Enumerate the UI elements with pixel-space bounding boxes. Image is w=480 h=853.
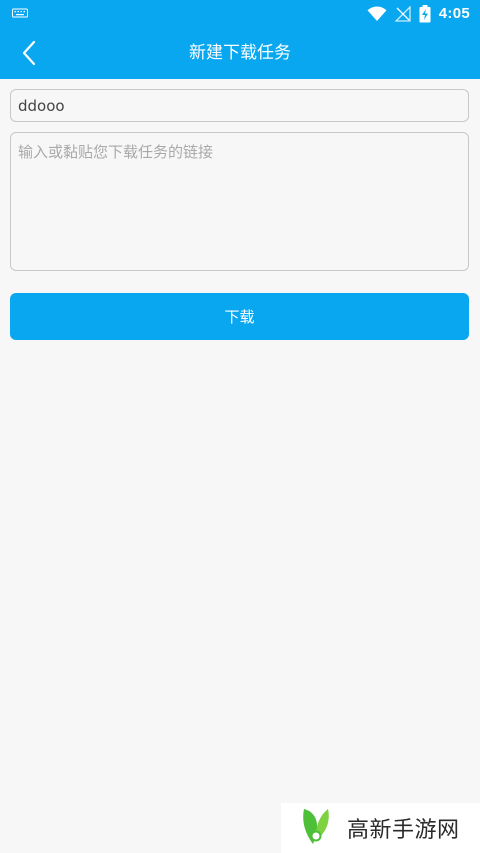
status-icons: 4:05: [367, 4, 470, 24]
watermark-logo: [303, 809, 329, 844]
status-bar: 4:05: [0, 0, 480, 27]
watermark-text: 高新手游网: [347, 818, 460, 843]
download-link-textarea[interactable]: [10, 132, 469, 271]
download-button[interactable]: 下载: [10, 293, 469, 340]
status-time: 4:05: [438, 5, 470, 22]
no-signal-icon: [394, 6, 411, 22]
battery-charging-icon: [419, 5, 431, 23]
app-bar: 新建下载任务: [0, 27, 480, 79]
keyboard-icon: [12, 8, 28, 18]
watermark: 高新手游网: [281, 803, 480, 853]
task-name-input[interactable]: [10, 89, 469, 122]
chevron-left-icon: [22, 40, 36, 66]
back-button[interactable]: [10, 34, 48, 72]
wifi-icon: [367, 6, 387, 22]
page-title: 新建下载任务: [189, 43, 291, 63]
